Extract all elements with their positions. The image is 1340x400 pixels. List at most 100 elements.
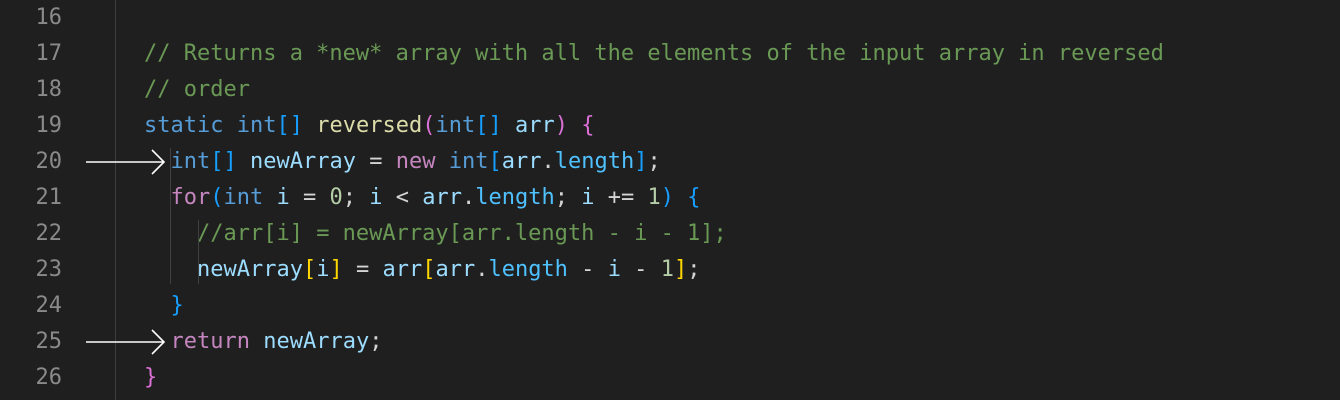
code-token: = [342, 257, 383, 282]
code-token: newArray [196, 257, 303, 282]
code-editor[interactable]: 16 17 // Returns a *new* array with all th… [0, 0, 1340, 400]
code-token: new [395, 149, 436, 174]
code-token: int [223, 185, 264, 210]
code-token: newArray [250, 149, 356, 174]
code-token: [ [302, 257, 317, 282]
line-number: 17 [35, 41, 63, 66]
line-code[interactable]: return newArray; [144, 324, 383, 360]
code-token: int [170, 149, 211, 174]
code-token: ( [210, 185, 224, 210]
code-token: i [369, 185, 383, 210]
code-token: arr [501, 149, 542, 174]
code-token: 1 [660, 257, 674, 282]
line-code[interactable]: } [144, 360, 157, 396]
code-line-23[interactable]: 23 newArray[i] = arr[arr.length - i - 1]… [0, 252, 1340, 288]
code-token: arr [514, 113, 555, 138]
code-line-20[interactable]: 20 int[] newArray = new int[arr.length]; [0, 144, 1340, 180]
code-token: 0 [329, 185, 343, 210]
code-line-17[interactable]: 17 // Returns a *new* array with all the … [0, 36, 1340, 72]
tab-arrow-icon [86, 149, 166, 175]
code-token: ] [329, 257, 343, 282]
code-token: i [276, 185, 290, 210]
line-number: 16 [35, 5, 63, 30]
line-number: 25 [35, 329, 63, 354]
code-token: [] [475, 113, 502, 138]
code-token: ] [673, 257, 688, 282]
line-code[interactable]: //arr[i] = newArray[arr.length - i - 1]; [144, 216, 727, 252]
code-line-22[interactable]: 22 //arr[i] = newArray[arr.length - i - … [0, 216, 1340, 252]
code-token: length [554, 149, 635, 174]
code-token: } [170, 293, 184, 318]
code-token: . [475, 257, 489, 282]
code-token: < [382, 185, 423, 210]
code-token: ; [369, 329, 383, 354]
code-token: i [607, 257, 621, 282]
code-token: //arr[i] = newArray[arr.length - i - 1]; [196, 221, 727, 246]
indent-guide [198, 220, 199, 284]
line-code[interactable]: // order [144, 72, 250, 108]
code-token: static [144, 113, 224, 138]
code-token: { [581, 113, 595, 138]
code-token: int [435, 113, 476, 138]
code-token: reversed [316, 113, 423, 138]
code-token: [] [210, 149, 237, 174]
line-number: 22 [35, 221, 63, 246]
code-token: // order [144, 77, 250, 102]
line-number: 23 [35, 257, 63, 282]
code-token: ) [660, 185, 674, 210]
code-token: length [488, 257, 568, 282]
code-token: arr [382, 257, 423, 282]
code-token: { [687, 185, 701, 210]
line-code[interactable]: int[] newArray = new int[arr.length]; [144, 144, 661, 180]
code-token: - [620, 257, 661, 282]
code-line-19[interactable]: 19 static int[] reversed(int[] arr) { [0, 108, 1340, 144]
line-number: 18 [35, 77, 63, 102]
code-token: i [581, 185, 595, 210]
line-number: 21 [35, 185, 63, 210]
code-token: arr [422, 185, 462, 210]
code-token: int [448, 149, 489, 174]
line-code[interactable]: for(int i = 0; i < arr.length; i += 1) { [144, 180, 701, 216]
line-number: 19 [35, 113, 63, 138]
line-code[interactable]: } [144, 288, 184, 324]
code-line-18[interactable]: 18 // order [0, 72, 1340, 108]
code-token: ; [342, 185, 370, 210]
code-token: // Returns a *new* array with all the el… [144, 41, 1164, 66]
code-token: . [462, 185, 476, 210]
code-token: int [236, 113, 277, 138]
code-token: = [289, 185, 330, 210]
code-token: ( [422, 113, 436, 138]
code-token: newArray [263, 329, 370, 354]
code-token: ; [647, 149, 661, 174]
code-token: [ [488, 149, 502, 174]
code-token: ; [687, 257, 701, 282]
line-number: 26 [35, 365, 63, 390]
code-line-21[interactable]: 21 for(int i = 0; i < arr.length; i += 1… [0, 180, 1340, 216]
code-token: [ [422, 257, 436, 282]
code-token: ; [554, 185, 582, 210]
code-line-26[interactable]: 26} [0, 360, 1340, 396]
line-code[interactable]: newArray[i] = arr[arr.length - i - 1]; [144, 252, 700, 288]
code-token: i [316, 257, 330, 282]
line-code[interactable]: static int[] reversed(int[] arr) { [144, 108, 594, 144]
code-line-24[interactable]: 24 } [0, 288, 1340, 324]
code-token: - [567, 257, 608, 282]
code-token: arr [435, 257, 476, 282]
line-code[interactable]: // Returns a *new* array with all the el… [144, 36, 1164, 72]
code-line-25[interactable]: 25 return newArray; [0, 324, 1340, 360]
code-token: [] [276, 113, 303, 138]
code-token: . [541, 149, 555, 174]
code-line-16[interactable]: 16 [0, 0, 1340, 36]
code-token: length [475, 185, 555, 210]
code-token: for [170, 185, 211, 210]
